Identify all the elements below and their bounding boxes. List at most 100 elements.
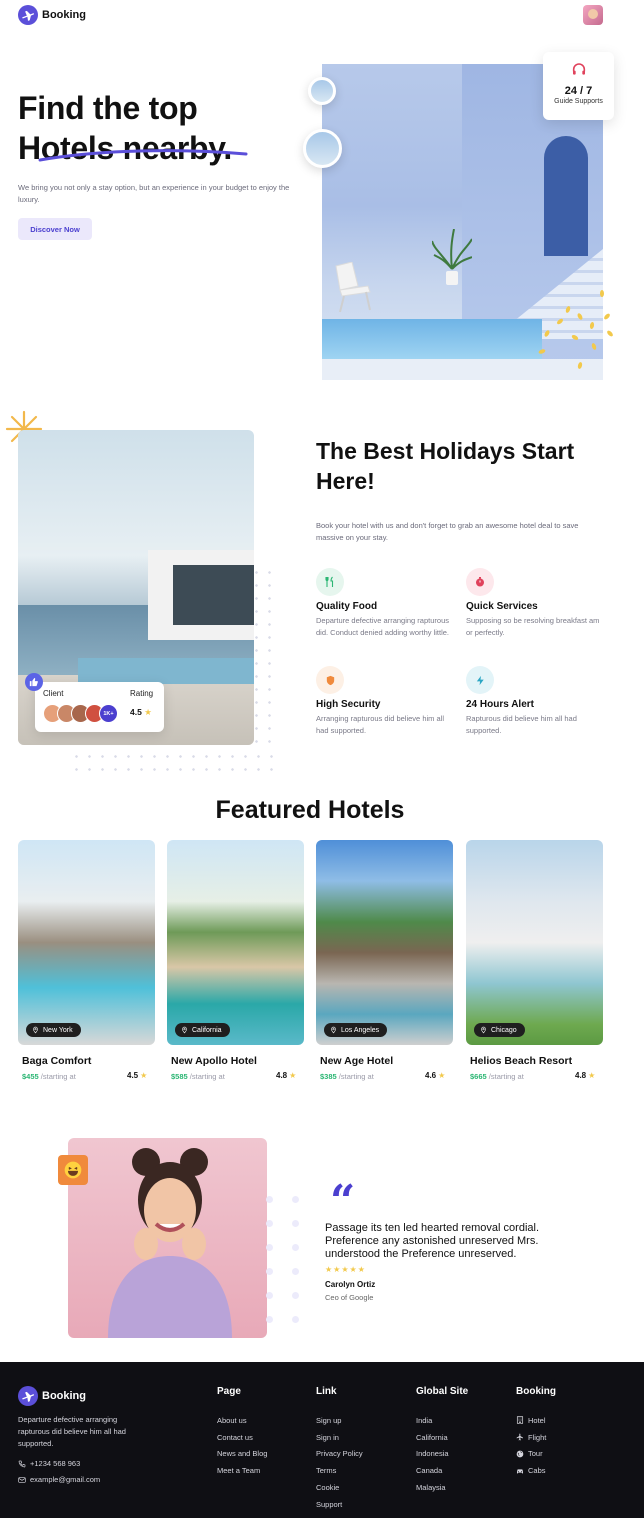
hotel-card-image[interactable]: Chicago bbox=[466, 840, 603, 1045]
footer-column-booking: Booking Hotel Flight Tour Cabs bbox=[516, 1386, 556, 1479]
star-icon: ★ bbox=[140, 1071, 148, 1080]
star-icon: ★ bbox=[325, 1265, 333, 1274]
feature-text: Arranging rapturous did believe him all … bbox=[316, 714, 444, 735]
star-icon: ★ bbox=[341, 1265, 349, 1274]
quote-icon: “ bbox=[330, 1176, 356, 1227]
hotel-name[interactable]: New Apollo Hotel bbox=[171, 1055, 257, 1067]
footer-link-tour[interactable]: Tour bbox=[516, 1446, 556, 1463]
hotel-card-image[interactable]: New York bbox=[18, 840, 155, 1045]
footer-link[interactable]: Privacy Policy bbox=[316, 1446, 363, 1463]
location-pill: Los Angeles bbox=[324, 1023, 388, 1037]
holidays-description: Book your hotel with us and don't forget… bbox=[316, 521, 579, 542]
globe-icon bbox=[516, 1450, 524, 1458]
utensils-icon bbox=[316, 568, 344, 596]
footer-link[interactable]: News and Blog bbox=[217, 1446, 267, 1463]
hotel-rating: 4.8 ★ bbox=[276, 1071, 297, 1080]
hotel-name[interactable]: New Age Hotel bbox=[320, 1055, 393, 1067]
discover-now-button[interactable]: Discover Now bbox=[18, 218, 92, 240]
chair-icon bbox=[335, 262, 371, 312]
person-illustration bbox=[108, 1148, 232, 1338]
testimonial-photo bbox=[68, 1138, 267, 1338]
phone-text: +1234 568 963 bbox=[30, 1459, 81, 1468]
footer-link[interactable]: About us bbox=[217, 1412, 267, 1429]
footer-link[interactable]: Terms bbox=[316, 1462, 363, 1479]
bolt-icon bbox=[466, 666, 494, 694]
footer-link[interactable]: California bbox=[416, 1429, 468, 1446]
footer-link[interactable]: Contact us bbox=[217, 1429, 267, 1446]
rating-value: 4.5 ★ bbox=[130, 707, 152, 717]
hotel-price: $455 /starting at bbox=[22, 1072, 76, 1081]
building-icon bbox=[516, 1416, 524, 1425]
footer-link-label: Tour bbox=[528, 1449, 543, 1459]
feature-text: Supposing so be resolving breakfast am o… bbox=[466, 616, 600, 637]
footer-link[interactable]: Indonesia bbox=[416, 1446, 468, 1463]
star-icon: ★ bbox=[588, 1071, 596, 1080]
hotel-rating: 4.5 ★ bbox=[127, 1071, 148, 1080]
client-avatars: 1K+ bbox=[43, 704, 118, 723]
footer-description: Departure defective arranging rapturous … bbox=[18, 1415, 126, 1448]
footer-link-label: Cabs bbox=[528, 1466, 546, 1476]
client-rating-card: Client Rating 1K+ 4.5 ★ bbox=[35, 682, 164, 732]
footer-link-cabs[interactable]: Cabs bbox=[516, 1462, 556, 1479]
footer-link[interactable]: Malaysia bbox=[416, 1479, 468, 1496]
footer-column-page: Page About us Contact us News and Blog M… bbox=[217, 1386, 267, 1479]
feature-quick-services: Quick Services Supposing so be resolving… bbox=[466, 568, 606, 639]
star-icon: ★ bbox=[144, 707, 152, 717]
support-value: 24 / 7 bbox=[564, 85, 593, 97]
feature-title: High Security bbox=[316, 699, 381, 710]
feature-24-hours-alert: 24 Hours Alert Rapturous did believe him… bbox=[466, 666, 606, 737]
feature-text: Departure defective arranging rapturous … bbox=[316, 616, 450, 637]
user-avatar[interactable] bbox=[583, 5, 603, 25]
dots-pattern bbox=[292, 1196, 299, 1340]
hotel-rating: 4.6 ★ bbox=[425, 1071, 446, 1080]
footer-link[interactable]: Sign in bbox=[316, 1429, 363, 1446]
footer-link[interactable]: Sign up bbox=[316, 1412, 363, 1429]
location-text: Chicago bbox=[491, 1026, 517, 1034]
footer-column-global-site: Global Site India California Indonesia C… bbox=[416, 1386, 468, 1496]
footer-link[interactable]: Canada bbox=[416, 1462, 468, 1479]
footer-column-title: Link bbox=[316, 1386, 337, 1397]
title-underline bbox=[38, 149, 248, 162]
support-label: Guide Supports bbox=[554, 98, 603, 105]
dots-pattern bbox=[70, 750, 280, 772]
laughing-emoji-icon bbox=[58, 1155, 88, 1185]
hotel-name[interactable]: Baga Comfort bbox=[22, 1055, 91, 1067]
timer-icon bbox=[466, 568, 494, 596]
plant-icon bbox=[432, 229, 472, 285]
brand-name: Booking bbox=[42, 9, 86, 21]
footer-link-hotel[interactable]: Hotel bbox=[516, 1412, 556, 1429]
footer-link[interactable]: India bbox=[416, 1412, 468, 1429]
location-pill: Chicago bbox=[474, 1023, 525, 1037]
testimonial-quote: Passage its ten led hearted removal cord… bbox=[325, 1222, 540, 1260]
star-icon: ★ bbox=[438, 1071, 446, 1080]
car-icon bbox=[517, 1469, 523, 1474]
location-text: California bbox=[192, 1026, 222, 1034]
client-more-badge: 1K+ bbox=[99, 704, 118, 723]
brand-logo[interactable]: Booking bbox=[18, 5, 86, 25]
feature-title: Quality Food bbox=[316, 601, 378, 612]
footer-link-flight[interactable]: Flight bbox=[516, 1429, 556, 1446]
footer-link[interactable]: Meet a Team bbox=[217, 1462, 267, 1479]
hotel-rating: 4.8 ★ bbox=[575, 1071, 596, 1080]
footer-phone[interactable]: +1234 568 963 bbox=[18, 1459, 80, 1468]
feature-title: 24 Hours Alert bbox=[466, 699, 534, 710]
footer-column-title: Global Site bbox=[416, 1386, 469, 1397]
hero-title-line-1: Find the top bbox=[18, 90, 198, 126]
hotel-card-image[interactable]: California bbox=[167, 840, 304, 1045]
footer-link[interactable]: Cookie bbox=[316, 1479, 363, 1496]
map-pin-icon bbox=[481, 1026, 486, 1034]
plane-icon bbox=[18, 5, 38, 25]
hotel-card-image[interactable]: Los Angeles bbox=[316, 840, 453, 1045]
hotel-name[interactable]: Helios Beach Resort bbox=[470, 1055, 572, 1067]
footer-email[interactable]: example@gmail.com bbox=[18, 1475, 100, 1484]
dots-pattern bbox=[250, 566, 278, 744]
testimonial-stars: ★ ★ ★ ★ ★ bbox=[325, 1265, 365, 1274]
testimonial-role: Ceo of Google bbox=[325, 1293, 374, 1302]
hero-description: We bring you not only a stay option, but… bbox=[18, 183, 290, 204]
star-icon: ★ bbox=[349, 1265, 357, 1274]
hotel-thumb-small bbox=[308, 77, 336, 105]
thumbs-up-icon bbox=[25, 673, 43, 691]
testimonial-name: Carolyn Ortiz bbox=[325, 1280, 376, 1289]
footer-brand-logo[interactable]: Booking bbox=[18, 1386, 86, 1406]
footer-link[interactable]: Support bbox=[316, 1496, 363, 1513]
